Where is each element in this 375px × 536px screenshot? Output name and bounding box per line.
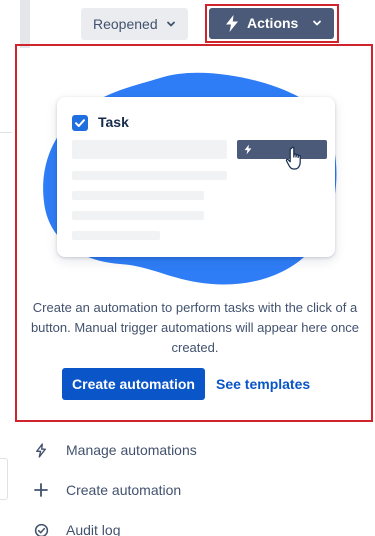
left-panel-edge (0, 458, 8, 500)
menu-item-manage-automations[interactable]: Manage automations (28, 435, 368, 465)
create-automation-button[interactable]: Create automation (62, 368, 205, 400)
lightning-bolt-icon (226, 15, 238, 32)
lightning-bolt-icon (244, 144, 252, 155)
menu-item-label: Audit log (66, 522, 121, 536)
skeleton-line (72, 171, 227, 180)
check-circle-icon (28, 520, 54, 536)
empty-state-message: Create an automation to perform tasks wi… (30, 300, 360, 355)
automation-actions-page: Reopened Actions Task Create an automati… (0, 0, 375, 536)
skeleton-line (72, 231, 160, 240)
left-scrollbar[interactable] (20, 0, 30, 48)
lightning-bolt-outline-icon (28, 440, 54, 460)
see-templates-link[interactable]: See templates (216, 376, 310, 392)
menu-item-label: Manage automations (66, 442, 197, 458)
actions-label: Actions (247, 15, 299, 31)
divider (0, 132, 12, 133)
checkbox-checked-icon (72, 115, 88, 131)
menu-item-label: Create automation (66, 482, 182, 498)
skeleton-line (72, 140, 227, 159)
status-dropdown-button[interactable]: Reopened (81, 8, 188, 40)
illustration-action-button (237, 140, 327, 159)
actions-button[interactable]: Actions (209, 8, 334, 39)
status-label: Reopened (93, 16, 158, 32)
skeleton-line (72, 191, 204, 200)
task-illustration-card: Task (57, 97, 335, 257)
menu-item-create-automation[interactable]: Create automation (28, 475, 368, 505)
plus-icon (28, 480, 54, 500)
hand-pointer-icon (285, 146, 301, 170)
menu-item-audit-log[interactable]: Audit log (28, 515, 368, 536)
chevron-down-icon (313, 20, 321, 26)
chevron-down-icon (166, 21, 175, 27)
task-title: Task (98, 114, 129, 130)
skeleton-line (72, 211, 204, 220)
